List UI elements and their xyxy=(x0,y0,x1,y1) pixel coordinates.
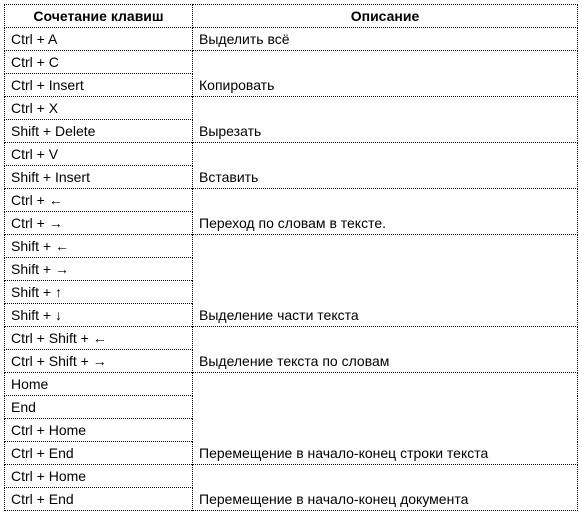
table-row: Ctrl + HomeПеремещение в начало-конец до… xyxy=(5,465,578,488)
header-shortcut: Сочетание клавиш xyxy=(5,5,193,28)
table-header-row: Сочетание клавиш Описание xyxy=(5,5,578,28)
cell-description: Вырезать xyxy=(193,97,578,143)
cell-description: Выделение текста по словам xyxy=(193,327,578,373)
cell-description: Копировать xyxy=(193,51,578,97)
cell-description: Выделение части текста xyxy=(193,235,578,327)
cell-shortcut: Ctrl + Home xyxy=(5,419,193,442)
cell-shortcut: Shift + ↑ xyxy=(5,281,193,304)
table-row: Ctrl + XВырезать xyxy=(5,97,578,120)
cell-shortcut: Ctrl + → xyxy=(5,212,193,235)
cell-shortcut: Ctrl + A xyxy=(5,28,193,51)
header-description: Описание xyxy=(193,5,578,28)
table-row: Ctrl + CКопировать xyxy=(5,51,578,74)
cell-shortcut: Ctrl + ← xyxy=(5,189,193,212)
cell-shortcut: Shift + ↓ xyxy=(5,304,193,327)
table-row: Ctrl + VВставить xyxy=(5,143,578,166)
cell-shortcut: Ctrl + Insert xyxy=(5,74,193,97)
cell-shortcut: Ctrl + End xyxy=(5,488,193,511)
cell-description: Вставить xyxy=(193,143,578,189)
table-row: Ctrl + ←Переход по словам в тексте. xyxy=(5,189,578,212)
table-row: HomeПеремещение в начало-конец строки те… xyxy=(5,373,578,396)
cell-description: Выделить всё xyxy=(193,28,578,51)
cell-shortcut: Ctrl + Home xyxy=(5,465,193,488)
cell-shortcut: Ctrl + Shift + → xyxy=(5,350,193,373)
cell-shortcut: Shift + → xyxy=(5,258,193,281)
table-row: Shift + ←Выделение части текста xyxy=(5,235,578,258)
shortcuts-table: Сочетание клавиш Описание Ctrl + AВыдели… xyxy=(4,4,578,511)
cell-shortcut: Shift + ← xyxy=(5,235,193,258)
table-row: Ctrl + AВыделить всё xyxy=(5,28,578,51)
cell-shortcut: End xyxy=(5,396,193,419)
cell-shortcut: Shift + Insert xyxy=(5,166,193,189)
table-row: Ctrl + Shift + ←Выделение текста по слов… xyxy=(5,327,578,350)
cell-shortcut: Ctrl + X xyxy=(5,97,193,120)
cell-description: Перемещение в начало-конец строки текста xyxy=(193,373,578,465)
cell-shortcut: Ctrl + C xyxy=(5,51,193,74)
cell-shortcut: Shift + Delete xyxy=(5,120,193,143)
cell-description: Переход по словам в тексте. xyxy=(193,189,578,235)
cell-shortcut: Ctrl + Shift + ← xyxy=(5,327,193,350)
cell-shortcut: Ctrl + V xyxy=(5,143,193,166)
cell-description: Перемещение в начало-конец документа xyxy=(193,465,578,511)
cell-shortcut: Home xyxy=(5,373,193,396)
cell-shortcut: Ctrl + End xyxy=(5,442,193,465)
